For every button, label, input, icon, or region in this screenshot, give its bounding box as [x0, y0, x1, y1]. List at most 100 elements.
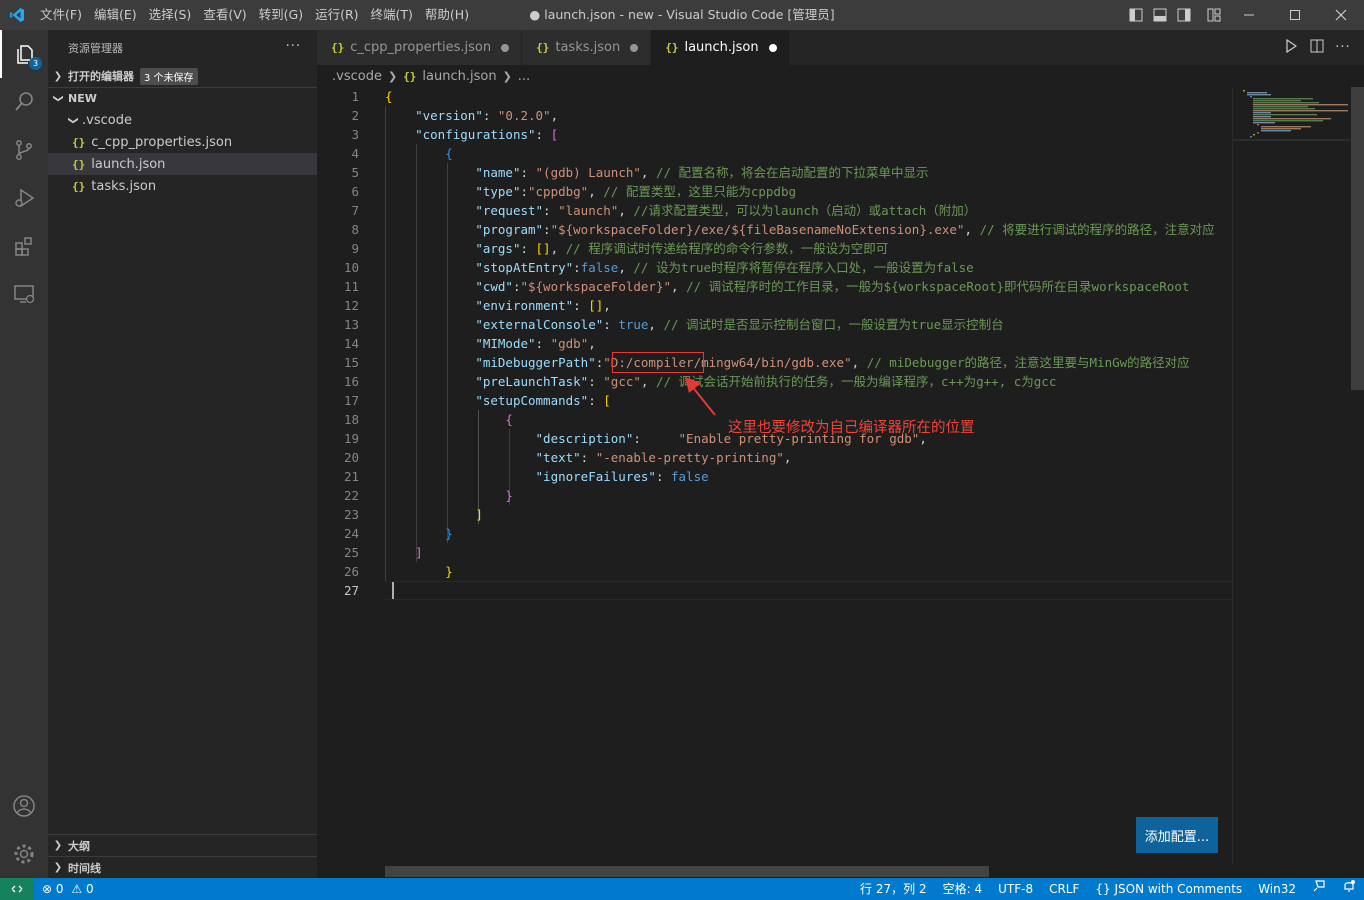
- source-control-icon[interactable]: [0, 126, 48, 174]
- add-configuration-button[interactable]: 添加配置...: [1136, 817, 1218, 853]
- breadcrumb-more[interactable]: ...: [518, 69, 530, 84]
- code-line[interactable]: "request": "launch", //请求配置类型，可以为launch（…: [385, 201, 976, 220]
- more-actions-icon[interactable]: ···: [1330, 40, 1356, 55]
- tree-file-c-cpp-properties[interactable]: {} c_cpp_properties.json: [48, 131, 317, 153]
- outline-section[interactable]: ❯ 大纲: [48, 834, 317, 856]
- vertical-scrollbar-thumb[interactable]: [1351, 87, 1364, 390]
- search-icon[interactable]: [0, 78, 48, 126]
- code-line[interactable]: ]: [385, 543, 423, 562]
- line-number: 3: [351, 127, 359, 142]
- code-line[interactable]: "cwd":"${workspaceFolder}", // 调试程序时的工作目…: [385, 277, 1189, 296]
- breadcrumb-folder[interactable]: .vscode: [332, 69, 382, 84]
- vertical-scrollbar[interactable]: [1350, 87, 1364, 865]
- menu-file[interactable]: 文件(F): [34, 0, 88, 30]
- code-line[interactable]: "externalConsole": true, // 调试时是否显示控制台窗口…: [385, 315, 1003, 334]
- code-line[interactable]: "type":"cppdbg", // 配置类型，这里只能为cppdbg: [385, 182, 796, 201]
- more-actions-icon[interactable]: ···: [286, 39, 301, 54]
- minimap[interactable]: [1232, 87, 1351, 865]
- menu-edit[interactable]: 编辑(E): [88, 0, 143, 30]
- code-line[interactable]: "stopAtEntry":false, // 设为true时程序将暂停在程序入…: [385, 258, 973, 277]
- menu-run[interactable]: 运行(R): [309, 0, 364, 30]
- remote-icon[interactable]: [0, 878, 34, 900]
- code-token: "launch": [558, 203, 619, 218]
- explorer-icon[interactable]: 3: [0, 30, 48, 78]
- end-of-line[interactable]: CRLF: [1041, 878, 1087, 900]
- menu-terminal[interactable]: 终端(T): [365, 0, 419, 30]
- customize-layout-icon[interactable]: [1202, 0, 1226, 30]
- code-line[interactable]: "program":"${workspaceFolder}/exe/${file…: [385, 220, 1214, 239]
- toggle-panel-icon[interactable]: [1148, 0, 1172, 30]
- menu-go[interactable]: 转到(G): [253, 0, 309, 30]
- menu-selection[interactable]: 选择(S): [143, 0, 198, 30]
- code-line[interactable]: "miDebuggerPath":"D:/compiler/mingw64/bi…: [385, 353, 1189, 372]
- platform[interactable]: Win32: [1250, 878, 1304, 900]
- line-number: 21: [343, 469, 359, 484]
- tab-launch[interactable]: {} launch.json: [651, 30, 790, 65]
- accounts-icon[interactable]: [0, 782, 48, 830]
- annotation-highlight-box: [612, 352, 704, 373]
- toggle-secondary-sidebar-icon[interactable]: [1172, 0, 1196, 30]
- code-line[interactable]: "text": "-enable-pretty-printing",: [385, 448, 792, 467]
- encoding[interactable]: UTF-8: [990, 878, 1041, 900]
- run-debug-icon[interactable]: [0, 174, 48, 222]
- code-line[interactable]: "setupCommands": [: [385, 391, 610, 410]
- code-line[interactable]: "args": [], // 程序调试时传递给程序的命令行参数，一般设为空即可: [385, 239, 888, 258]
- horizontal-scrollbar-thumb[interactable]: [385, 866, 989, 877]
- toggle-sidebar-icon[interactable]: [1124, 0, 1148, 30]
- code-token: :: [520, 165, 536, 180]
- cursor-position[interactable]: 行 27，列 2: [852, 878, 935, 900]
- code-line[interactable]: {: [385, 144, 453, 163]
- maximize-icon[interactable]: [1272, 0, 1318, 30]
- code-editor[interactable]: 1 {2 "version": "0.2.0", 3 "configurations…: [317, 87, 1232, 865]
- extensions-icon[interactable]: [0, 222, 48, 270]
- open-editors-section[interactable]: ❯ 打开的编辑器 3 个未保存: [48, 65, 317, 87]
- code-line[interactable]: }: [385, 524, 453, 543]
- run-icon[interactable]: [1278, 38, 1304, 57]
- tree-file-tasks[interactable]: {} tasks.json: [48, 175, 317, 197]
- code-line[interactable]: "configurations": [: [385, 125, 558, 144]
- tree-file-launch[interactable]: {} launch.json: [48, 153, 317, 175]
- json-file-icon: {}: [72, 179, 86, 193]
- title-bar: 文件(F) 编辑(E) 选择(S) 查看(V) 转到(G) 运行(R) 终端(T…: [0, 0, 1364, 30]
- line-number: 25: [343, 545, 359, 560]
- minimize-icon[interactable]: [1226, 0, 1272, 30]
- timeline-section[interactable]: ❯ 时间线: [48, 856, 317, 878]
- code-line[interactable]: }: [385, 562, 453, 581]
- split-editor-icon[interactable]: [1304, 39, 1330, 57]
- tree-file-label: launch.json: [91, 156, 166, 172]
- remote-explorer-icon[interactable]: [0, 270, 48, 318]
- code-line[interactable]: "name": "(gdb) Launch", // 配置名称，将会在启动配置的…: [385, 163, 928, 182]
- indentation[interactable]: 空格: 4: [935, 878, 991, 900]
- gear-icon[interactable]: [0, 830, 48, 878]
- breadcrumb-file[interactable]: launch.json: [422, 69, 496, 84]
- code-line[interactable]: }: [385, 486, 513, 505]
- notifications-icon[interactable]: [1334, 878, 1364, 900]
- code-token: "0.2.0": [497, 108, 551, 123]
- feedback-icon[interactable]: [1304, 878, 1334, 900]
- line-number: 6: [351, 184, 359, 199]
- tab-c-cpp-properties[interactable]: {} c_cpp_properties.json: [317, 30, 523, 65]
- menu-help[interactable]: 帮助(H): [419, 0, 475, 30]
- unsaved-dot-icon[interactable]: [501, 43, 510, 52]
- horizontal-scrollbar[interactable]: [385, 865, 1232, 878]
- unsaved-dot-icon[interactable]: [630, 43, 639, 52]
- code-line[interactable]: "version": "0.2.0",: [385, 106, 558, 125]
- problems-status[interactable]: ⊗ 0 ⚠ 0: [34, 878, 102, 900]
- code-line[interactable]: ]: [385, 505, 483, 524]
- code-line[interactable]: {: [385, 87, 393, 106]
- code-line[interactable]: "ignoreFailures": false: [385, 467, 709, 486]
- chevron-down-icon: ❯: [67, 115, 79, 125]
- tab-tasks[interactable]: {} tasks.json: [522, 30, 652, 65]
- tree-folder-vscode[interactable]: ❯ .vscode: [48, 109, 317, 131]
- menu-view[interactable]: 查看(V): [197, 0, 252, 30]
- code-line[interactable]: {: [385, 410, 513, 429]
- unsaved-dot-icon[interactable]: [768, 43, 777, 52]
- close-icon[interactable]: [1318, 0, 1364, 30]
- language-mode[interactable]: {} JSON with Comments: [1087, 878, 1250, 900]
- code-line[interactable]: "MIMode": "gdb",: [385, 334, 595, 353]
- code-line[interactable]: "environment": [],: [385, 296, 611, 315]
- folder-section[interactable]: ❯ NEW: [48, 87, 317, 109]
